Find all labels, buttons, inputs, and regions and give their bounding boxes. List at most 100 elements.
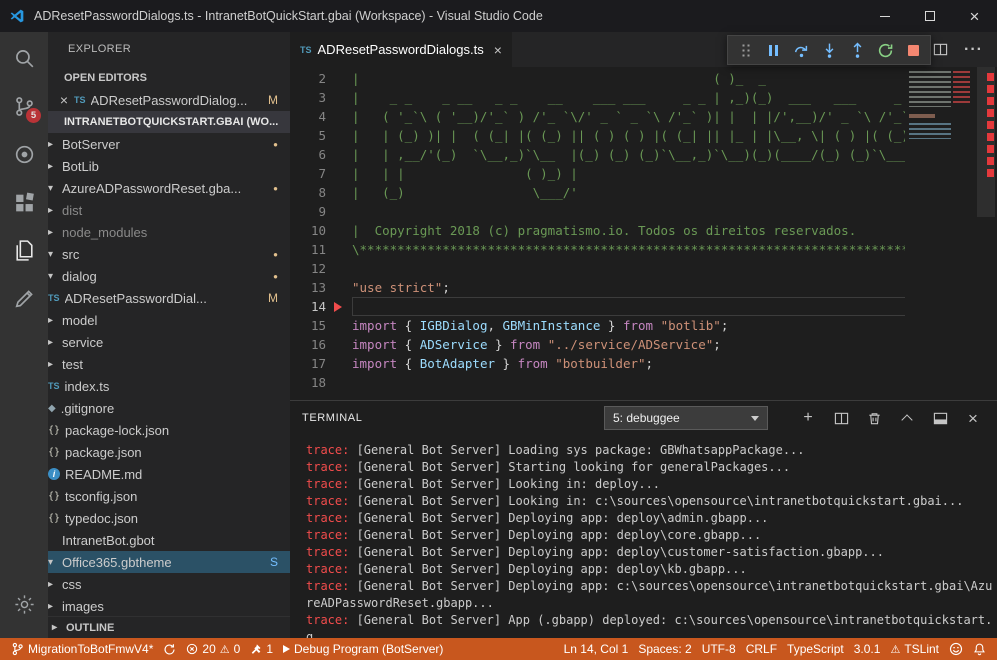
notifications-button[interactable] [968, 642, 991, 656]
code-line[interactable]: 17import { BotAdapter } from "botbuilder… [290, 354, 909, 373]
open-editor-item[interactable]: × TS ADResetPasswordDialog... M [48, 89, 290, 111]
tree-item[interactable]: {}package-lock.json [48, 419, 290, 441]
debug-pause-button[interactable] [759, 37, 787, 63]
line-number[interactable]: 13 [290, 278, 326, 297]
code-editor[interactable]: 2| ( )_ _ |3| _ _ _ __ _ _ __ ___ ___ _ … [290, 67, 997, 400]
activity-edit-button[interactable] [0, 274, 48, 322]
branch-status[interactable]: MigrationToBotFmwV4* [6, 638, 158, 660]
line-number[interactable]: 17 [290, 354, 326, 373]
code-line[interactable]: 18 [290, 373, 909, 392]
line-number[interactable]: 9 [290, 202, 326, 221]
line-number[interactable]: 6 [290, 145, 326, 164]
tree-item[interactable]: {}package.json [48, 441, 290, 463]
line-number[interactable]: 5 [290, 126, 326, 145]
code-line[interactable]: 15import { IGBDialog, GBMinInstance } fr… [290, 316, 909, 335]
tree-item[interactable]: ▸model [48, 309, 290, 331]
tree-item[interactable]: ▾src● [48, 243, 290, 265]
indentation-status[interactable]: Spaces: 2 [633, 642, 696, 656]
open-editors-header[interactable]: OPEN EDITORS [48, 67, 290, 89]
feedback-button[interactable] [944, 642, 968, 656]
line-number[interactable]: 7 [290, 164, 326, 183]
eol-status[interactable]: CRLF [741, 642, 782, 656]
code-line[interactable]: 14 [290, 297, 909, 316]
code-line[interactable]: 16import { ADService } from "../service/… [290, 335, 909, 354]
minimize-button[interactable] [862, 0, 907, 32]
line-number[interactable]: 18 [290, 373, 326, 392]
line-number[interactable]: 14 [290, 297, 326, 316]
tree-item[interactable]: IntranetBot.gbot [48, 529, 290, 551]
activity-extensions-button[interactable] [0, 178, 48, 226]
tree-item[interactable]: {}typedoc.json [48, 507, 290, 529]
tree-item[interactable]: ▸service [48, 331, 290, 353]
code-line[interactable]: 8| (_) \___/' | [290, 183, 909, 202]
tree-item[interactable]: ▾dialog● [48, 265, 290, 287]
code-line[interactable]: 6| | ,__/'(_) `\__,_)`\__ |(_) (_) (_)`\… [290, 145, 909, 164]
tree-item[interactable]: ▾Office365.gbthemeS [48, 551, 290, 573]
tree-item[interactable]: ▸BotLib [48, 155, 290, 177]
overview-ruler[interactable] [975, 67, 997, 400]
tree-item[interactable]: iREADME.md [48, 463, 290, 485]
close-window-button[interactable]: × [952, 0, 997, 32]
tree-item[interactable]: ◆.gitignore [48, 397, 290, 419]
code-line[interactable]: 12 [290, 259, 909, 278]
debug-config-status[interactable]: Debug Program (BotServer) [278, 638, 448, 660]
tree-item[interactable]: TSADResetPasswordDial...M [48, 287, 290, 309]
tree-item[interactable]: TSindex.ts [48, 375, 290, 397]
tab-close-icon[interactable]: × [494, 42, 502, 58]
tree-item[interactable]: ▸node_modules [48, 221, 290, 243]
debug-stop-button[interactable] [899, 37, 927, 63]
line-number[interactable]: 16 [290, 335, 326, 354]
line-number[interactable]: 15 [290, 316, 326, 335]
tasks-status[interactable]: 1 [245, 638, 278, 660]
tree-item[interactable]: ▸images [48, 595, 290, 616]
tab-adresetpassworddialogs[interactable]: TS ADResetPasswordDialogs.ts × [290, 32, 512, 67]
activity-debug-button[interactable] [0, 130, 48, 178]
code-line[interactable]: 5| | (_) )| | ( (_| |( (_) || ( ) ( ) |(… [290, 126, 909, 145]
terminal-output[interactable]: trace: [General Bot Server] Loading sys … [290, 435, 997, 638]
close-editor-icon[interactable]: × [56, 92, 72, 108]
code-line[interactable]: 13"use strict"; [290, 278, 909, 297]
tree-item[interactable]: ▸BotServer● [48, 133, 290, 155]
sync-button[interactable] [158, 638, 181, 660]
line-number[interactable]: 11 [290, 240, 326, 259]
more-actions-button[interactable]: ··· [964, 41, 983, 59]
debug-step-into-button[interactable] [815, 37, 843, 63]
encoding-status[interactable]: UTF-8 [697, 642, 741, 656]
tslint-status[interactable]: ⚠ TSLint [885, 642, 944, 656]
new-terminal-button[interactable]: + [800, 410, 816, 426]
split-editor-button[interactable] [932, 42, 948, 57]
language-status[interactable]: TypeScript [782, 642, 849, 656]
activity-explorer-button[interactable] [0, 226, 48, 274]
cursor-position-status[interactable]: Ln 14, Col 1 [559, 642, 634, 656]
line-number[interactable]: 2 [290, 69, 326, 88]
activity-source-control-button[interactable]: 5 [0, 82, 48, 130]
minimap[interactable] [905, 67, 975, 400]
debug-step-over-button[interactable] [787, 37, 815, 63]
maximize-button[interactable] [907, 0, 952, 32]
code-line[interactable]: 3| _ _ _ __ _ _ __ ___ ___ _ _ | ,_)(_) … [290, 88, 909, 107]
code-line[interactable]: 11\*************************************… [290, 240, 909, 259]
debug-step-out-button[interactable] [843, 37, 871, 63]
tree-item[interactable]: ▸css [48, 573, 290, 595]
code-line[interactable]: 2| ( )_ _ | [290, 69, 909, 88]
outline-section-header[interactable]: ▸ OUTLINE [48, 616, 290, 638]
tree-item[interactable]: ▾AzureADPasswordReset.gba...● [48, 177, 290, 199]
workspace-section-header[interactable]: INTRANETBOTQUICKSTART.GBAI (WO... [48, 111, 290, 133]
settings-button[interactable] [0, 580, 48, 628]
maximize-panel-button[interactable] [899, 413, 915, 424]
close-panel-button[interactable]: × [965, 410, 981, 427]
terminal-selector[interactable]: 5: debuggee [604, 406, 768, 430]
tree-item[interactable]: ▸test [48, 353, 290, 375]
line-number[interactable]: 8 [290, 183, 326, 202]
line-number[interactable]: 12 [290, 259, 326, 278]
activity-search-button[interactable] [0, 34, 48, 82]
problems-status[interactable]: 20 ⚠ 0 [181, 638, 245, 660]
kill-terminal-button[interactable] [866, 411, 882, 426]
code-line[interactable]: 9 [290, 202, 909, 221]
toggle-panel-position-button[interactable] [932, 411, 948, 426]
tree-item[interactable]: {}tsconfig.json [48, 485, 290, 507]
tab-terminal[interactable]: TERMINAL [302, 412, 362, 424]
code-line[interactable]: 4| ( '_`\ ( '__)/'_` ) /'_ `\/' _ ` _ `\… [290, 107, 909, 126]
line-number[interactable]: 3 [290, 88, 326, 107]
debug-drag-handle[interactable] [731, 37, 759, 63]
